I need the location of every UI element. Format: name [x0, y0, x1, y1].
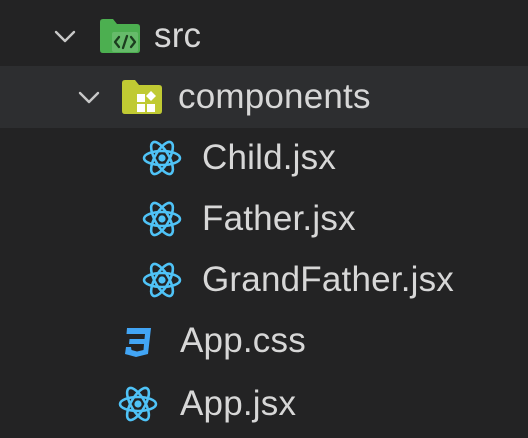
tree-item-label: components — [178, 77, 371, 116]
tree-item-label: GrandFather.jsx — [202, 260, 454, 299]
chevron-down-icon[interactable] — [74, 82, 104, 112]
tree-item-label: App.css — [180, 321, 306, 360]
react-icon — [140, 136, 184, 180]
css3-icon — [116, 319, 160, 363]
chevron-down-icon[interactable] — [50, 21, 80, 51]
tree-item-grandfather-jsx[interactable]: GrandFather.jsx — [0, 249, 528, 311]
tree-item-label: Father.jsx — [202, 199, 356, 238]
tree-item-label: Child.jsx — [202, 138, 337, 177]
tree-item-label: App.jsx — [180, 384, 297, 423]
tree-item-app-jsx[interactable]: App.jsx — [0, 373, 528, 435]
folder-components-icon — [120, 75, 164, 119]
react-icon — [116, 382, 160, 426]
tree-item-app-css[interactable]: App.css — [0, 310, 528, 372]
react-icon — [140, 258, 184, 302]
react-icon — [140, 197, 184, 241]
tree-item-child-jsx[interactable]: Child.jsx — [0, 127, 528, 189]
file-explorer-tree: src components Child.jsx Father.jsx Gran… — [0, 0, 528, 438]
tree-item-father-jsx[interactable]: Father.jsx — [0, 188, 528, 250]
folder-src-icon — [98, 14, 142, 58]
tree-item-label: src — [154, 16, 202, 55]
tree-item-src-folder[interactable]: src — [0, 5, 528, 67]
tree-item-components-folder[interactable]: components — [0, 66, 528, 128]
